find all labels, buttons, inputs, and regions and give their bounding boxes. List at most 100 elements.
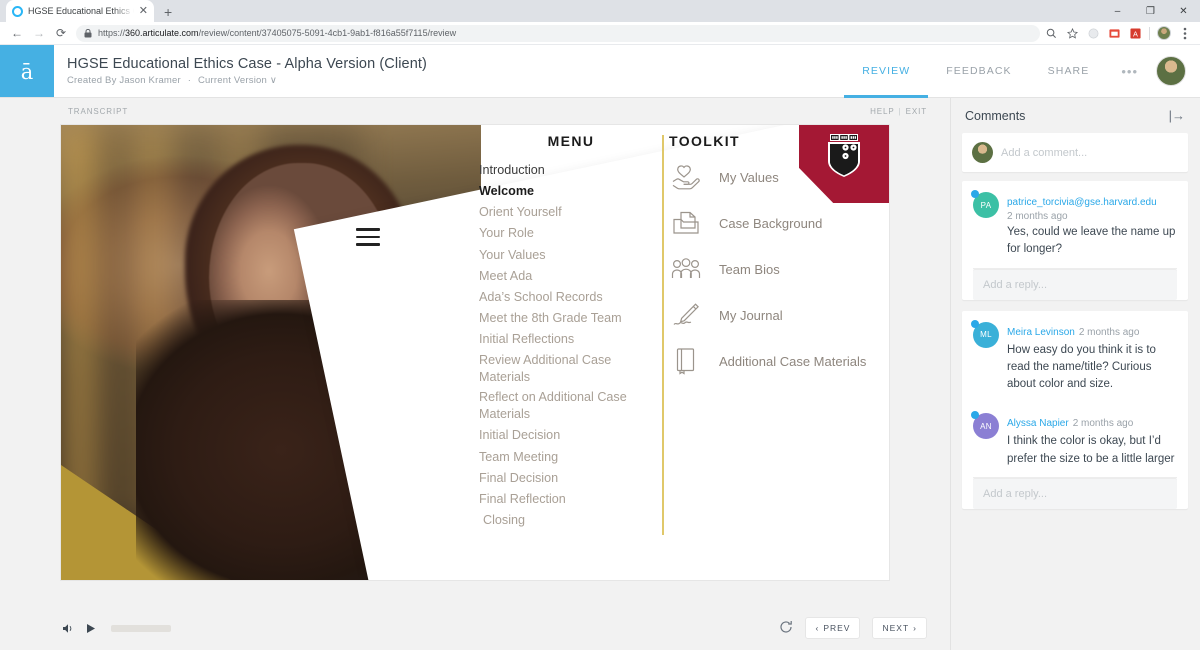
column-divider: [662, 135, 664, 535]
url-host: 360.articulate.com: [125, 28, 199, 38]
menu-item-welcome[interactable]: Welcome: [479, 181, 663, 202]
project-subtitle: Created By Jason Kramer · Current Versio…: [67, 75, 844, 86]
menu-item-initial-reflections[interactable]: Initial Reflections: [479, 329, 663, 350]
menu-item-reflect-on-additional-case-materials[interactable]: Reflect on Additional Case Materials: [479, 389, 663, 422]
tab-share[interactable]: SHARE: [1030, 46, 1108, 98]
more-options-icon[interactable]: •••: [1107, 45, 1152, 97]
extension-red-icon[interactable]: [1107, 26, 1121, 40]
pdf-icon[interactable]: A: [1128, 26, 1142, 40]
menu-item-final-decision[interactable]: Final Decision: [479, 468, 663, 489]
prev-label: PREV: [823, 623, 851, 633]
profile-avatar[interactable]: [1157, 26, 1171, 40]
add-comment-card[interactable]: Add a comment...: [962, 133, 1188, 172]
project-info: HGSE Educational Ethics Case - Alpha Ver…: [54, 45, 844, 97]
heart-in-hand-icon: [669, 162, 703, 192]
forward-icon[interactable]: →: [28, 22, 50, 44]
menu-item-adas-school-records[interactable]: Ada’s School Records: [479, 287, 663, 308]
next-button[interactable]: NEXT ›: [872, 617, 927, 639]
reload-icon[interactable]: ⟳: [50, 22, 72, 44]
back-icon[interactable]: ←: [6, 22, 28, 44]
menu-item-orient-yourself[interactable]: Orient Yourself: [479, 202, 663, 223]
comment-timestamp: 2 months ago: [1078, 326, 1140, 338]
avatar: PA: [971, 190, 999, 218]
topbar-divider: |: [898, 107, 902, 116]
add-comment-row[interactable]: Add a comment...: [962, 133, 1188, 172]
new-tab-button[interactable]: +: [164, 4, 172, 20]
replay-icon[interactable]: [779, 620, 793, 637]
hamburger-menu-icon[interactable]: [356, 228, 380, 246]
player-controls-right: ‹ PREV NEXT ›: [779, 617, 927, 639]
chevron-left-icon: ‹: [815, 623, 820, 633]
menu-item-final-reflection[interactable]: Final Reflection: [479, 489, 663, 510]
collapse-panel-icon[interactable]: |→: [1169, 108, 1185, 123]
tab-strip: HGSE Educational Ethics Case - A ✕ + – ❐…: [0, 0, 1200, 22]
app-header: ā HGSE Educational Ethics Case - Alpha V…: [0, 45, 1200, 98]
prev-button[interactable]: ‹ PREV: [805, 617, 861, 639]
stage-wrapper: MENU Introduction Welcome Orient Yoursel…: [0, 125, 950, 606]
toolkit-label: Team Bios: [719, 261, 780, 277]
menu-column: MENU Introduction Welcome Orient Yoursel…: [479, 133, 663, 531]
menu-item-initial-decision[interactable]: Initial Decision: [479, 425, 663, 446]
play-icon[interactable]: [86, 623, 96, 634]
unread-dot: [971, 190, 979, 198]
people-group-icon: [669, 254, 703, 284]
add-reply-input[interactable]: Add a reply...: [973, 477, 1177, 509]
toolbar-divider: [1149, 26, 1150, 40]
help-button[interactable]: HELP: [870, 107, 895, 116]
player-topbar-right: HELP | EXIT: [870, 107, 927, 116]
comment-item: AN Alyssa Napier 2 months ago I think the…: [962, 402, 1188, 477]
tab-title: HGSE Educational Ethics Case - A: [28, 6, 134, 16]
tab-feedback[interactable]: FEEDBACK: [928, 46, 1029, 98]
toolkit-label: My Values: [719, 169, 779, 185]
comment-author[interactable]: Alyssa Napier: [1007, 418, 1069, 429]
close-icon[interactable]: ✕: [139, 5, 148, 17]
exit-button[interactable]: EXIT: [906, 107, 927, 116]
tab-review[interactable]: REVIEW: [844, 46, 929, 98]
avatar: ML: [971, 319, 999, 348]
add-reply-input[interactable]: Add a reply...: [973, 268, 1177, 300]
toolkit-item-case-background[interactable]: Case Background: [669, 208, 889, 238]
zoom-icon[interactable]: [1044, 26, 1058, 40]
window-close-icon[interactable]: ✕: [1167, 0, 1200, 22]
menu-item-review-additional-case-materials[interactable]: Review Additional Case Materials: [479, 352, 663, 385]
address-bar[interactable]: https://360.articulate.com/review/conten…: [76, 24, 1040, 42]
comments-title: Comments: [965, 108, 1026, 123]
toolkit-label: My Journal: [719, 307, 783, 323]
seek-slider[interactable]: [111, 624, 171, 632]
menu-item-your-values[interactable]: Your Values: [479, 245, 663, 266]
menu-item-introduction[interactable]: Introduction: [479, 160, 663, 181]
comment-text: How easy do you think it is to read the …: [1007, 343, 1156, 391]
bookmark-star-icon[interactable]: [1065, 26, 1079, 40]
comments-panel: Comments |→ Add a comment... PA patrice_…: [951, 98, 1199, 650]
transcript-button[interactable]: TRANSCRIPT: [68, 107, 128, 116]
comments-header: Comments |→: [962, 98, 1188, 133]
menu-item-closing[interactable]: Closing: [479, 510, 663, 531]
comment-author[interactable]: patrice_torcivia@gse.harvard.edu: [1007, 197, 1157, 208]
url-scheme: https://: [98, 28, 126, 38]
articulate-logo[interactable]: ā: [0, 45, 54, 97]
menu-item-team-meeting[interactable]: Team Meeting: [479, 447, 663, 468]
lock-icon: [84, 28, 92, 37]
menu-item-your-role[interactable]: Your Role: [479, 223, 663, 244]
volume-icon[interactable]: [62, 623, 75, 634]
created-by-text: Created By Jason Kramer: [67, 75, 181, 86]
user-avatar[interactable]: [1156, 56, 1186, 86]
kebab-menu-icon[interactable]: [1178, 26, 1192, 40]
menu-item-meet-ada[interactable]: Meet Ada: [479, 266, 663, 287]
menu-item-meet-the-8th-grade-team[interactable]: Meet the 8th Grade Team: [479, 308, 663, 329]
comment-author[interactable]: Meira Levinson: [1007, 327, 1075, 338]
comment-text: I think the color is okay, but I’d prefe…: [1007, 435, 1175, 465]
extension-circle-icon[interactable]: [1086, 26, 1100, 40]
toolkit-item-team-bios[interactable]: Team Bios: [669, 254, 889, 284]
toolkit-item-my-journal[interactable]: My Journal: [669, 300, 889, 330]
comment-body: Alyssa Napier 2 months ago I think the co…: [1007, 413, 1177, 468]
minimize-icon[interactable]: –: [1101, 0, 1134, 22]
toolkit-item-additional-case-materials[interactable]: Additional Case Materials: [669, 346, 889, 376]
comment-body: patrice_torcivia@gse.harvard.edu 2 month…: [1007, 192, 1177, 259]
add-comment-input[interactable]: Add a comment...: [1001, 147, 1087, 159]
menu-heading: MENU: [547, 133, 595, 149]
maximize-icon[interactable]: ❐: [1134, 0, 1167, 22]
version-selector[interactable]: Current Version ∨: [198, 75, 277, 86]
browser-tab[interactable]: HGSE Educational Ethics Case - A ✕: [6, 0, 154, 22]
comment-timestamp: 2 months ago: [1007, 211, 1068, 222]
